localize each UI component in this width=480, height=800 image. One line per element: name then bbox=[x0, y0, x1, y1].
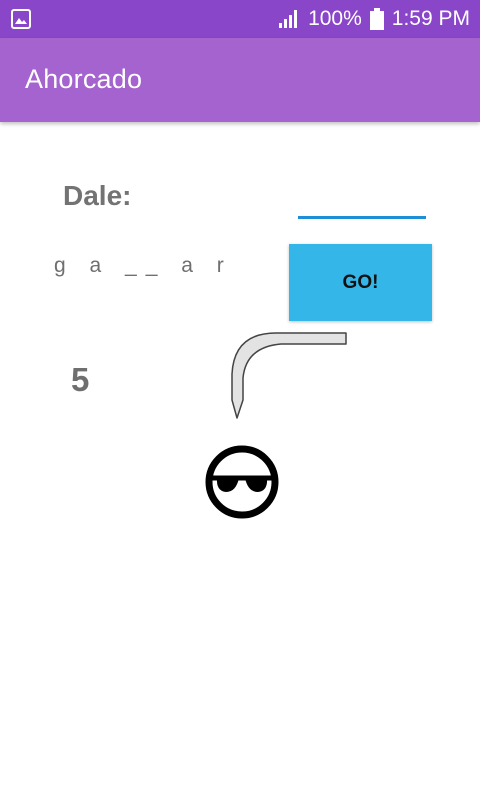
status-bar: 100% 1:59 PM bbox=[0, 0, 480, 38]
word-display: g a __ a r bbox=[54, 254, 233, 277]
signal-icon bbox=[279, 10, 298, 28]
battery-percent: 100% bbox=[308, 7, 362, 30]
battery-icon bbox=[369, 8, 384, 30]
app-bar: Ahorcado bbox=[0, 38, 480, 122]
image-notification-icon bbox=[11, 9, 31, 29]
clock: 1:59 PM bbox=[391, 7, 470, 30]
go-button[interactable]: GO! bbox=[289, 244, 432, 321]
guess-input[interactable] bbox=[298, 186, 426, 219]
prompt-label: Dale: bbox=[63, 180, 132, 211]
gallows-hook-icon bbox=[231, 332, 347, 419]
attempts-counter: 5 bbox=[71, 361, 90, 398]
hangman-head-icon bbox=[205, 445, 279, 519]
app-title: Ahorcado bbox=[25, 64, 143, 94]
status-right: 100% 1:59 PM bbox=[278, 0, 470, 38]
